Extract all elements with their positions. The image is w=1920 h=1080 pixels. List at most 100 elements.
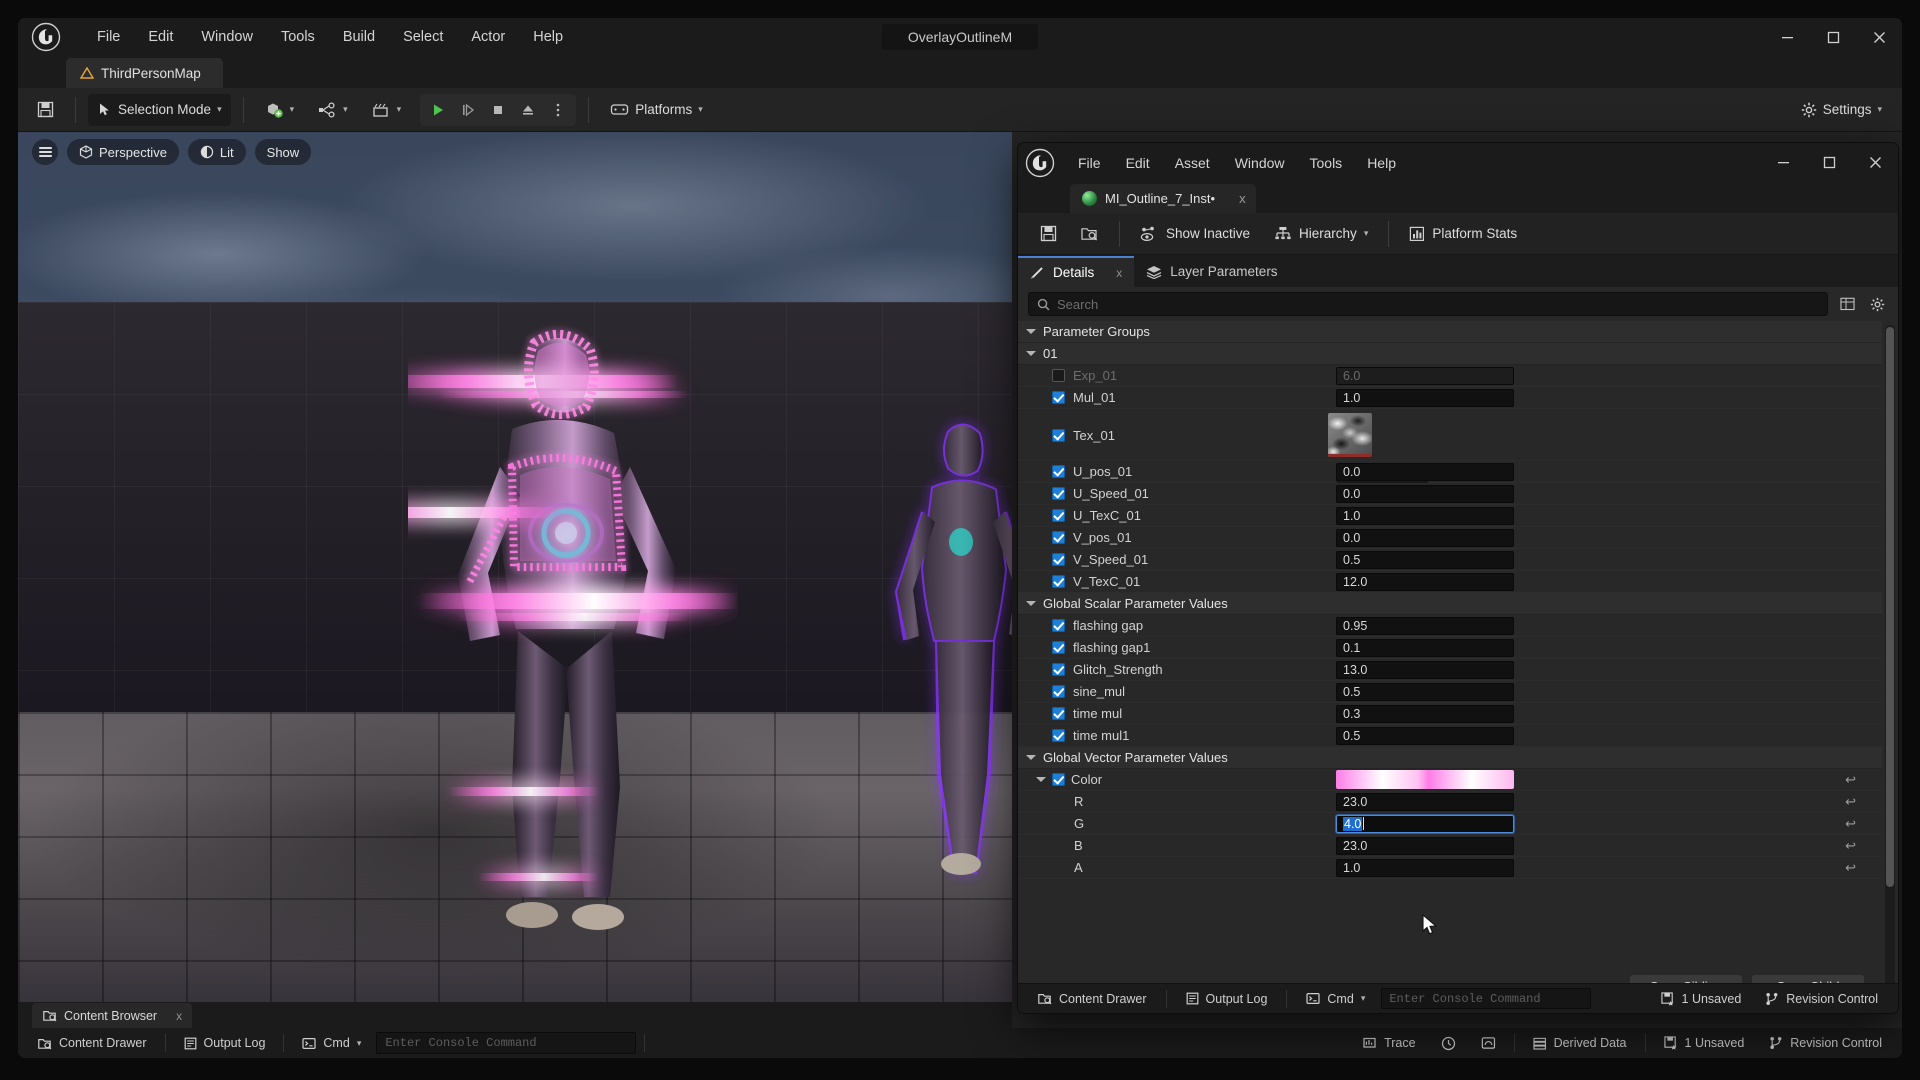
param-row-color[interactable]: Color ↩: [1018, 769, 1882, 791]
details-tab-close[interactable]: x: [1116, 266, 1122, 280]
step-button[interactable]: [454, 96, 482, 124]
checkbox-v-pos-01[interactable]: [1052, 531, 1065, 544]
param-row-u-texc-01[interactable]: U_TexC_01 1.0: [1018, 505, 1882, 527]
mi-menu-asset[interactable]: Asset: [1163, 150, 1222, 176]
add-actor-button[interactable]: ▾: [256, 94, 304, 126]
value-field-color-g[interactable]: 4.0: [1336, 815, 1514, 833]
value-field-u-speed-01[interactable]: 0.0: [1336, 485, 1514, 503]
value-field-mul-01[interactable]: 1.0: [1336, 389, 1514, 407]
checkbox-sine-mul[interactable]: [1052, 685, 1065, 698]
perspective-button[interactable]: Perspective: [67, 139, 179, 165]
param-row-tex-01[interactable]: Tex_01 T_Cloud_M ▾: [1018, 409, 1882, 461]
editor-window-controls[interactable]: [1764, 18, 1902, 56]
reset-button-color[interactable]: ↩: [1845, 772, 1856, 788]
memory-button[interactable]: [1471, 1031, 1506, 1055]
param-row-glitch-strength[interactable]: Glitch_Strength 13.0: [1018, 659, 1882, 681]
play-button[interactable]: [424, 96, 452, 124]
mi-save-button[interactable]: [1030, 219, 1067, 249]
tab-content-browser[interactable]: Content Browser x: [32, 1003, 192, 1028]
menu-file[interactable]: File: [84, 24, 133, 50]
expand-triangle-global-scalar[interactable]: [1026, 601, 1036, 606]
hierarchy-button[interactable]: Hierarchy ▾: [1264, 219, 1378, 249]
param-row-v-pos-01[interactable]: V_pos_01 0.0: [1018, 527, 1882, 549]
save-button[interactable]: [28, 94, 63, 126]
checkbox-mul-01[interactable]: [1052, 391, 1065, 404]
parameter-list-scrollbar[interactable]: [1885, 325, 1895, 1013]
reset-button-color-r[interactable]: ↩: [1845, 794, 1856, 810]
menu-window[interactable]: Window: [188, 24, 266, 50]
lit-button[interactable]: Lit: [188, 139, 246, 165]
checkbox-u-pos-01[interactable]: [1052, 465, 1065, 478]
grid-view-button[interactable]: [1836, 293, 1858, 315]
mi-menu-file[interactable]: File: [1066, 150, 1113, 176]
mi-menu-edit[interactable]: Edit: [1114, 150, 1162, 176]
save-child-button[interactable]: Save Child: [1752, 975, 1864, 983]
value-field-v-texc-01[interactable]: 12.0: [1336, 573, 1514, 591]
checkbox-time-mul[interactable]: [1052, 707, 1065, 720]
mi-revision-control-button[interactable]: Revision Control: [1755, 987, 1888, 1011]
value-field-v-speed-01[interactable]: 0.5: [1336, 551, 1514, 569]
mi-menu-help[interactable]: Help: [1355, 150, 1408, 176]
settings-button[interactable]: Settings ▾: [1791, 94, 1892, 126]
param-row-time-mul[interactable]: time mul 0.3: [1018, 703, 1882, 725]
trace-button[interactable]: Trace: [1353, 1031, 1426, 1055]
cinematics-button[interactable]: ▾: [363, 94, 411, 126]
param-row-exp-01[interactable]: Exp_01 6.0: [1018, 365, 1882, 387]
search-input[interactable]: [1057, 297, 1819, 312]
mi-cmd-button[interactable]: Cmd ▾: [1296, 987, 1375, 1011]
blueprint-button[interactable]: ▾: [309, 94, 357, 126]
expand-triangle-global-vector[interactable]: [1026, 755, 1036, 760]
tab-details[interactable]: Details x: [1018, 256, 1134, 287]
param-row-color-b[interactable]: B 23.0 ↩: [1018, 835, 1882, 857]
checkbox-color[interactable]: [1052, 773, 1065, 786]
param-row-u-speed-01[interactable]: U_Speed_01 0.0: [1018, 483, 1882, 505]
maximize-button[interactable]: [1810, 18, 1856, 56]
reset-button-color-b[interactable]: ↩: [1845, 838, 1856, 854]
checkbox-exp-01[interactable]: [1052, 369, 1065, 382]
value-field-sine-mul[interactable]: 0.5: [1336, 683, 1514, 701]
menu-select[interactable]: Select: [390, 24, 456, 50]
value-field-color-r[interactable]: 23.0: [1336, 793, 1514, 811]
tab-mi-outline-7-inst[interactable]: MI_Outline_7_Inst• x: [1070, 184, 1256, 213]
show-inactive-button[interactable]: Show Inactive: [1130, 219, 1260, 249]
reset-button-color-a[interactable]: ↩: [1845, 860, 1856, 876]
param-row-color-a[interactable]: A 1.0 ↩: [1018, 857, 1882, 879]
tab-layer-parameters[interactable]: Layer Parameters: [1134, 256, 1289, 287]
menu-tools[interactable]: Tools: [268, 24, 328, 50]
menu-help[interactable]: Help: [520, 24, 576, 50]
parameter-list[interactable]: Parameter Groups 01 Exp_01 6.0: [1018, 321, 1898, 1013]
value-field-glitch-strength[interactable]: 13.0: [1336, 661, 1514, 679]
content-drawer-button[interactable]: Content Drawer: [28, 1031, 157, 1055]
texture-thumbnail[interactable]: [1328, 413, 1372, 457]
viewport-menu-button[interactable]: [32, 139, 58, 165]
level-viewport[interactable]: Perspective Lit Show: [18, 132, 1012, 1020]
eject-button[interactable]: [514, 96, 542, 124]
mi-tab-close[interactable]: x: [1239, 191, 1246, 206]
material-editor-menu-bar[interactable]: File Edit Asset Window Tools Help: [1066, 150, 1408, 176]
checkbox-u-texc-01[interactable]: [1052, 509, 1065, 522]
expand-triangle-parameter-groups[interactable]: [1026, 329, 1036, 334]
platform-stats-button[interactable]: Platform Stats: [1399, 219, 1527, 249]
expand-triangle-color[interactable]: [1036, 777, 1046, 782]
param-row-time-mul1[interactable]: time mul1 0.5: [1018, 725, 1882, 747]
menu-edit[interactable]: Edit: [135, 24, 186, 50]
checkbox-u-speed-01[interactable]: [1052, 487, 1065, 500]
scrollbar-thumb[interactable]: [1886, 327, 1894, 887]
checkbox-v-speed-01[interactable]: [1052, 553, 1065, 566]
param-row-color-r[interactable]: R 23.0 ↩: [1018, 791, 1882, 813]
param-row-u-pos-01[interactable]: U_pos_01 0.0: [1018, 461, 1882, 483]
more-options-button[interactable]: [544, 96, 572, 124]
param-row-mul-01[interactable]: Mul_01 1.0: [1018, 387, 1882, 409]
output-log-button[interactable]: Output Log: [174, 1031, 276, 1055]
value-field-time-mul1[interactable]: 0.5: [1336, 727, 1514, 745]
mi-content-drawer-button[interactable]: Content Drawer: [1028, 987, 1157, 1011]
color-swatch[interactable]: [1336, 770, 1514, 789]
mi-minimize-button[interactable]: [1760, 143, 1806, 181]
perf-circle-button[interactable]: [1431, 1031, 1466, 1055]
value-field-u-pos-01[interactable]: 0.0: [1336, 463, 1514, 481]
console-command-input[interactable]: Enter Console Command: [376, 1032, 636, 1054]
param-row-v-texc-01[interactable]: V_TexC_01 12.0: [1018, 571, 1882, 593]
checkbox-tex-01[interactable]: [1052, 429, 1065, 442]
unsaved-button[interactable]: 1 Unsaved: [1654, 1031, 1755, 1055]
group-parameter-groups[interactable]: Parameter Groups: [1018, 321, 1882, 343]
